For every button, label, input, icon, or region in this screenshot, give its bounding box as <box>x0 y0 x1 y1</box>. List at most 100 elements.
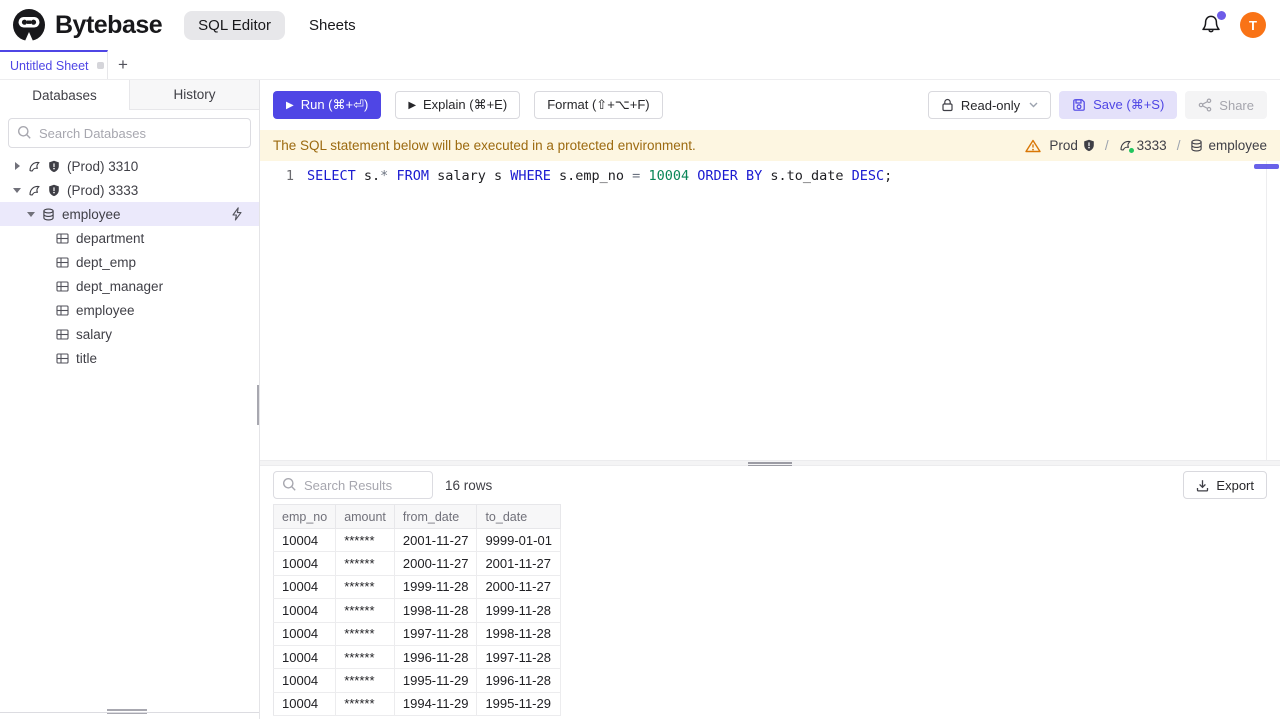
result-cell[interactable]: 1998-11-28 <box>476 622 561 646</box>
sql-editor-pane[interactable]: 1 SELECT s.* FROM salary s WHERE s.emp_n… <box>260 161 1280 460</box>
nav-sheets[interactable]: Sheets <box>295 11 370 40</box>
table-icon <box>56 280 69 292</box>
result-cell[interactable]: 1996-11-28 <box>476 668 561 693</box>
result-cell[interactable]: 2000-11-27 <box>476 575 561 600</box>
result-cell[interactable]: 1997-11-28 <box>476 645 561 670</box>
notifications-button[interactable] <box>1200 11 1226 36</box>
instance-chip[interactable]: 3333 <box>1119 138 1167 153</box>
splitter-grip-icon <box>748 461 792 467</box>
result-row[interactable]: 10004 ****** 1998-11-28 1999-11-28 <box>273 598 561 623</box>
tree-table-salary[interactable]: salary <box>0 322 259 346</box>
result-cell[interactable]: 1995-11-29 <box>476 692 561 717</box>
results-header: 16 rows Export <box>260 466 1280 504</box>
search-icon <box>282 477 297 492</box>
brand-text: Bytebase <box>55 10 163 39</box>
nav-sql-editor[interactable]: SQL Editor <box>184 10 285 40</box>
sidebar-tabs: Databases History <box>0 80 259 110</box>
results-panel: 16 rows Export emp_noamountfrom_dateto_d… <box>260 466 1280 719</box>
save-button[interactable]: Save (⌘+S) <box>1059 91 1178 119</box>
search-results-input[interactable] <box>273 471 433 499</box>
result-cell[interactable]: 10004 <box>273 645 337 670</box>
result-cell[interactable]: 1997-11-28 <box>394 622 478 646</box>
download-icon <box>1197 479 1209 492</box>
results-table-header: emp_no amount from_date to_date <box>273 504 561 529</box>
result-cell[interactable]: ****** <box>335 528 395 553</box>
database-chip[interactable]: employee <box>1190 138 1267 153</box>
result-cell[interactable]: 2001-11-27 <box>476 551 561 576</box>
results-splitter[interactable] <box>260 460 1280 466</box>
explain-button[interactable]: ▶ Explain (⌘+E) <box>395 91 521 119</box>
result-cell[interactable]: ****** <box>335 692 395 717</box>
search-icon <box>17 125 32 140</box>
tab-untitled-sheet[interactable]: Untitled Sheet <box>0 50 108 79</box>
tree-table-dept_emp[interactable]: dept_emp <box>0 250 259 274</box>
result-cell[interactable]: 9999-01-01 <box>476 528 561 553</box>
bolt-icon[interactable] <box>231 207 243 221</box>
banner-message: The SQL statement below will be executed… <box>273 138 696 153</box>
result-cell[interactable]: 1998-11-28 <box>394 598 478 623</box>
result-row[interactable]: 10004 ****** 1996-11-28 1997-11-28 <box>273 645 561 670</box>
result-cell[interactable]: ****** <box>335 668 395 693</box>
column-header-emp_no[interactable]: emp_no <box>273 504 337 529</box>
result-cell[interactable]: 10004 <box>273 668 337 693</box>
tree-database-employee[interactable]: employee <box>0 202 259 226</box>
result-cell[interactable]: 10004 <box>273 598 337 623</box>
bytebase-logo[interactable]: Bytebase <box>12 8 163 42</box>
tree-table-title[interactable]: title <box>0 346 259 370</box>
environment-chip[interactable]: Prod <box>1049 138 1095 153</box>
result-cell[interactable]: 1999-11-28 <box>476 598 561 623</box>
export-button[interactable]: Export <box>1183 471 1267 499</box>
column-header-amount[interactable]: amount <box>335 504 395 529</box>
result-cell[interactable]: 10004 <box>273 622 337 646</box>
result-cell[interactable]: ****** <box>335 575 395 600</box>
table-list: department dept_emp dept_manager employee sa… <box>0 226 259 370</box>
result-row[interactable]: 10004 ****** 1995-11-29 1996-11-28 <box>273 668 561 693</box>
connection-breadcrumb: Prod / 3333 / employee <box>1025 138 1267 153</box>
mysql-icon <box>28 184 41 197</box>
table-icon <box>56 304 69 316</box>
avatar[interactable]: T <box>1240 12 1266 38</box>
mysql-icon <box>1119 139 1134 153</box>
lock-icon <box>942 98 953 112</box>
tree-table-employee[interactable]: employee <box>0 298 259 322</box>
result-row[interactable]: 10004 ****** 1994-11-29 1995-11-29 <box>273 692 561 717</box>
tab-databases[interactable]: Databases <box>0 80 129 110</box>
tree-table-dept_manager[interactable]: dept_manager <box>0 274 259 298</box>
result-cell[interactable]: 1994-11-29 <box>394 692 478 717</box>
result-cell[interactable]: 1996-11-28 <box>394 645 478 670</box>
result-cell[interactable]: ****** <box>335 598 395 623</box>
shield-icon <box>1084 139 1094 152</box>
result-cell[interactable]: 2001-11-27 <box>394 528 478 553</box>
result-row[interactable]: 10004 ****** 1999-11-28 2000-11-27 <box>273 575 561 600</box>
editor-scrollbar[interactable] <box>1266 161 1267 460</box>
result-cell[interactable]: 10004 <box>273 551 337 576</box>
column-header-to_date[interactable]: to_date <box>476 504 561 529</box>
tab-history[interactable]: History <box>129 80 259 110</box>
column-header-from_date[interactable]: from_date <box>394 504 478 529</box>
search-databases-input[interactable] <box>8 118 251 148</box>
result-cell[interactable]: ****** <box>335 622 395 646</box>
sidebar-bottom-resize-handle[interactable] <box>107 707 147 716</box>
tree-instance-prod-3310[interactable]: (Prod) 3310 <box>0 154 259 178</box>
result-cell[interactable]: ****** <box>335 645 395 670</box>
readonly-mode-dropdown[interactable]: Read-only <box>927 91 1052 119</box>
result-cell[interactable]: 1995-11-29 <box>394 668 478 693</box>
tree-instance-prod-3333[interactable]: (Prod) 3333 <box>0 178 259 202</box>
result-cell[interactable]: 10004 <box>273 528 337 553</box>
result-cell[interactable]: ****** <box>335 551 395 576</box>
add-sheet-button[interactable]: + <box>108 50 138 79</box>
result-row[interactable]: 10004 ****** 1997-11-28 1998-11-28 <box>273 622 561 646</box>
sidebar: Databases History (Prod) 3310 <box>0 80 262 719</box>
table-icon <box>56 328 69 340</box>
row-count: 16 rows <box>445 477 493 493</box>
result-cell[interactable]: 10004 <box>273 575 337 600</box>
format-button[interactable]: Format (⇧+⌥+F) <box>534 91 663 119</box>
result-cell[interactable]: 1999-11-28 <box>394 575 478 600</box>
share-button[interactable]: Share <box>1185 91 1267 119</box>
result-row[interactable]: 10004 ****** 2000-11-27 2001-11-27 <box>273 551 561 576</box>
result-cell[interactable]: 10004 <box>273 692 337 717</box>
result-row[interactable]: 10004 ****** 2001-11-27 9999-01-01 <box>273 528 561 553</box>
result-cell[interactable]: 2000-11-27 <box>394 551 478 576</box>
tree-table-department[interactable]: department <box>0 226 259 250</box>
run-button[interactable]: ▶ Run (⌘+⏎) <box>273 91 382 119</box>
